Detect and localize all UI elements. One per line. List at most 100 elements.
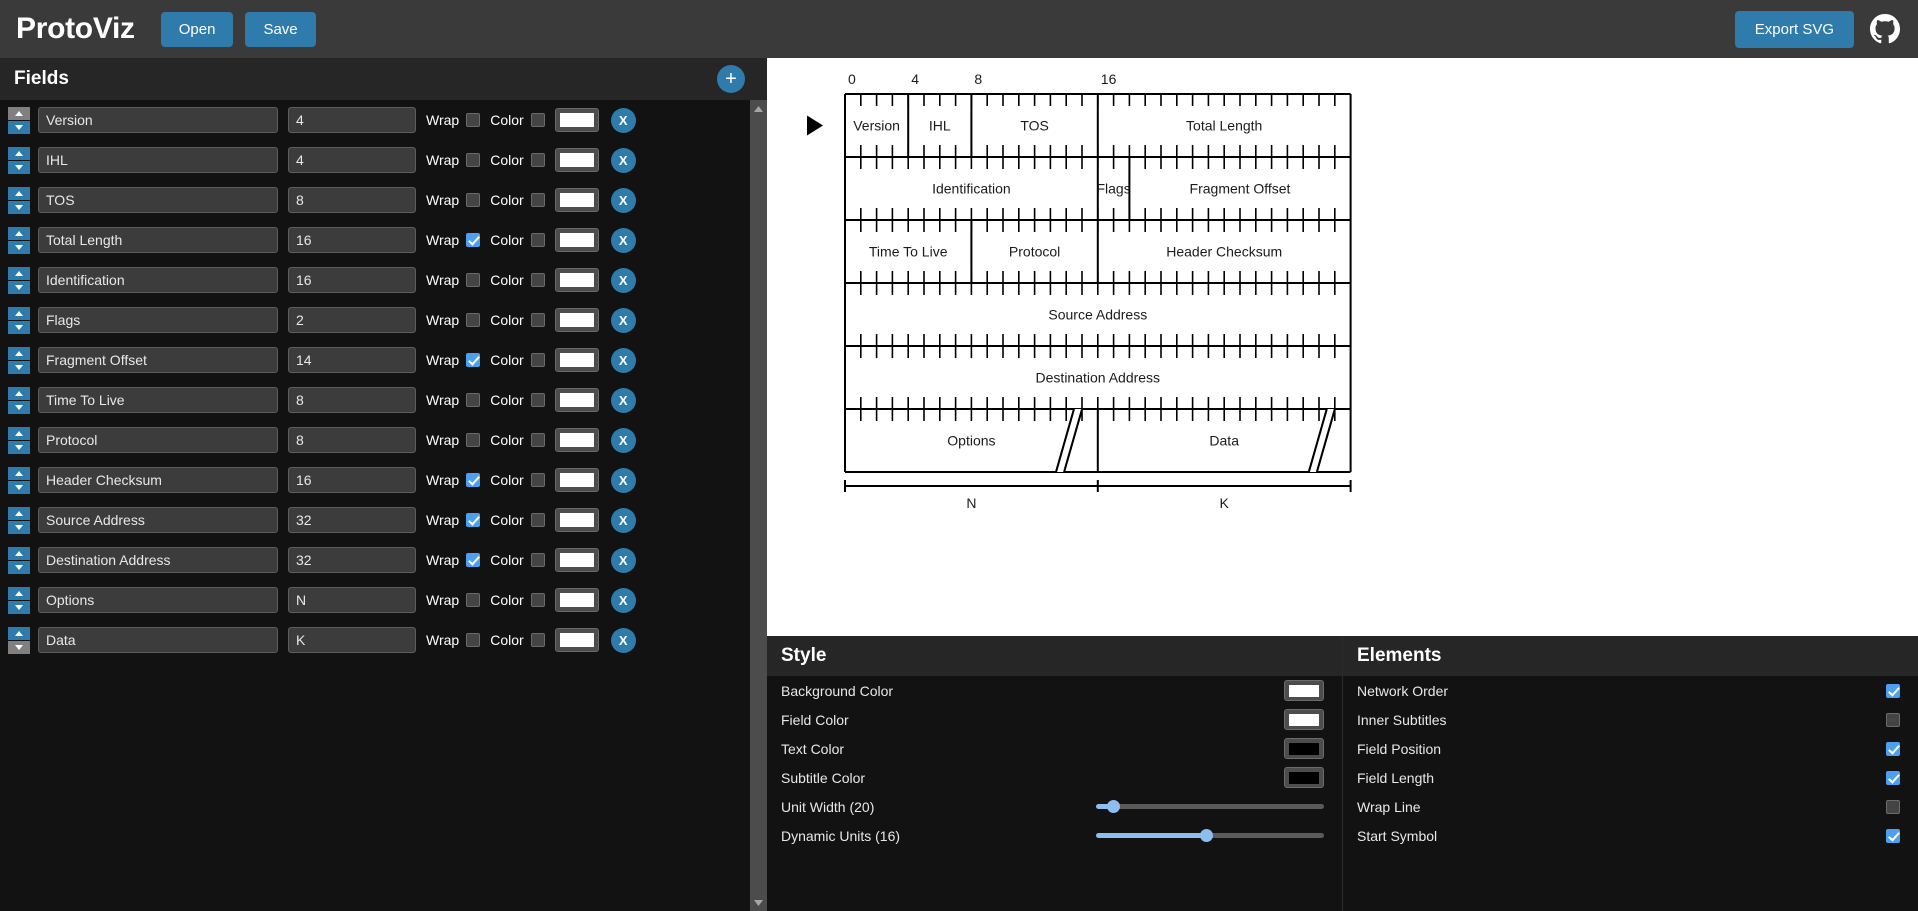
field-name-input[interactable] (38, 227, 278, 253)
delete-field-button[interactable]: X (610, 627, 636, 653)
move-field-up-button[interactable] (8, 586, 30, 600)
move-field-down-button[interactable] (8, 200, 30, 214)
field-name-input[interactable] (38, 187, 278, 213)
color-checkbox[interactable] (530, 513, 545, 527)
color-checkbox[interactable] (530, 273, 545, 287)
color-checkbox[interactable] (530, 593, 545, 607)
color-checkbox[interactable] (530, 433, 545, 447)
wrap-checkbox[interactable] (466, 633, 481, 647)
field-name-input[interactable] (38, 107, 278, 133)
delete-field-button[interactable]: X (610, 187, 636, 213)
element-toggle-checkbox[interactable] (1886, 683, 1900, 698)
element-toggle-checkbox[interactable] (1886, 741, 1900, 756)
color-checkbox[interactable] (530, 353, 545, 367)
field-size-input[interactable] (288, 587, 416, 613)
move-field-down-button[interactable] (8, 560, 30, 574)
style-slider[interactable] (1096, 804, 1324, 809)
field-name-input[interactable] (38, 347, 278, 373)
field-size-input[interactable] (288, 427, 416, 453)
move-field-down-button[interactable] (8, 280, 30, 294)
field-name-input[interactable] (38, 387, 278, 413)
wrap-checkbox[interactable] (466, 593, 481, 607)
github-link[interactable] (1870, 14, 1900, 44)
move-field-up-button[interactable] (8, 466, 30, 480)
field-size-input[interactable] (288, 387, 416, 413)
scrollbar-thumb[interactable] (750, 117, 767, 857)
field-size-input[interactable] (288, 507, 416, 533)
element-toggle-checkbox[interactable] (1886, 799, 1900, 814)
delete-field-button[interactable]: X (610, 107, 636, 133)
diagram-canvas[interactable]: 0 4 8 16 Version IHL TOS Total Length Identifica… (767, 58, 1918, 636)
field-name-input[interactable] (38, 507, 278, 533)
move-field-down-button[interactable] (8, 320, 30, 334)
move-field-up-button[interactable] (8, 306, 30, 320)
wrap-checkbox[interactable] (466, 513, 481, 527)
wrap-checkbox[interactable] (466, 473, 481, 487)
field-color-swatch[interactable] (554, 508, 599, 532)
delete-field-button[interactable]: X (610, 467, 636, 493)
color-checkbox[interactable] (530, 553, 545, 567)
field-color-swatch[interactable] (554, 548, 599, 572)
field-name-input[interactable] (38, 307, 278, 333)
delete-field-button[interactable]: X (610, 307, 636, 333)
color-checkbox[interactable] (530, 193, 545, 207)
field-color-swatch[interactable] (554, 108, 599, 132)
field-name-input[interactable] (38, 467, 278, 493)
style-color-swatch[interactable] (1284, 680, 1324, 701)
move-field-up-button[interactable] (8, 506, 30, 520)
element-toggle-checkbox[interactable] (1886, 828, 1900, 843)
delete-field-button[interactable]: X (610, 227, 636, 253)
save-button[interactable]: Save (245, 11, 316, 47)
wrap-checkbox[interactable] (466, 313, 481, 327)
wrap-checkbox[interactable] (466, 233, 481, 247)
style-color-swatch[interactable] (1284, 738, 1324, 759)
field-size-input[interactable] (288, 627, 416, 653)
wrap-checkbox[interactable] (466, 353, 481, 367)
move-field-down-button[interactable] (8, 600, 30, 614)
field-size-input[interactable] (288, 267, 416, 293)
element-toggle-checkbox[interactable] (1886, 770, 1900, 785)
delete-field-button[interactable]: X (610, 347, 636, 373)
field-color-swatch[interactable] (554, 188, 599, 212)
field-size-input[interactable] (288, 107, 416, 133)
field-size-input[interactable] (288, 187, 416, 213)
scrollbar-up-arrow-icon[interactable] (750, 100, 767, 117)
style-color-swatch[interactable] (1284, 709, 1324, 730)
field-color-swatch[interactable] (554, 268, 599, 292)
field-color-swatch[interactable] (554, 428, 599, 452)
delete-field-button[interactable]: X (610, 547, 636, 573)
move-field-up-button[interactable] (8, 626, 30, 640)
move-field-up-button[interactable] (8, 266, 30, 280)
scrollbar-down-arrow-icon[interactable] (750, 894, 767, 911)
open-button[interactable]: Open (160, 11, 234, 47)
field-color-swatch[interactable] (554, 228, 599, 252)
move-field-up-button[interactable] (8, 186, 30, 200)
move-field-up-button[interactable] (8, 386, 30, 400)
move-field-up-button[interactable] (8, 226, 30, 240)
field-name-input[interactable] (38, 267, 278, 293)
move-field-down-button[interactable] (8, 440, 30, 454)
color-checkbox[interactable] (530, 473, 545, 487)
move-field-down-button[interactable] (8, 120, 30, 134)
field-name-input[interactable] (38, 627, 278, 653)
wrap-checkbox[interactable] (466, 553, 481, 567)
move-field-down-button[interactable] (8, 520, 30, 534)
field-color-swatch[interactable] (554, 588, 599, 612)
move-field-up-button[interactable] (8, 426, 30, 440)
move-field-up-button[interactable] (8, 346, 30, 360)
field-size-input[interactable] (288, 347, 416, 373)
delete-field-button[interactable]: X (610, 147, 636, 173)
move-field-down-button[interactable] (8, 160, 30, 174)
field-color-swatch[interactable] (554, 468, 599, 492)
field-color-swatch[interactable] (554, 628, 599, 652)
fields-scrollbar[interactable] (750, 100, 767, 911)
color-checkbox[interactable] (530, 393, 545, 407)
color-checkbox[interactable] (530, 113, 545, 127)
delete-field-button[interactable]: X (610, 267, 636, 293)
delete-field-button[interactable]: X (610, 387, 636, 413)
move-field-down-button[interactable] (8, 360, 30, 374)
field-color-swatch[interactable] (554, 348, 599, 372)
move-field-up-button[interactable] (8, 146, 30, 160)
wrap-checkbox[interactable] (466, 153, 481, 167)
move-field-up-button[interactable] (8, 546, 30, 560)
